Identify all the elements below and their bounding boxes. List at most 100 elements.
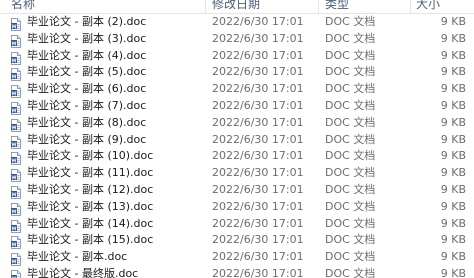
file-name: 毕业论文 - 副本 (11).doc [27, 166, 154, 180]
file-list: 毕业论文 - 副本 (2).doc 2022/6/30 17:01 DOC 文档 9 … [0, 14, 474, 278]
file-size: 9 KB [440, 98, 466, 112]
word-document-icon [11, 184, 21, 199]
file-row[interactable]: 毕业论文 - 副本.doc 2022/6/30 17:01 DOC 文档 9 KB [0, 249, 474, 267]
file-size: 9 KB [440, 48, 466, 62]
file-type: DOC 文档 [325, 115, 376, 129]
file-size: 9 KB [440, 149, 466, 163]
file-modified-date: 2022/6/30 17:01 [212, 266, 304, 278]
file-modified-date: 2022/6/30 17:01 [212, 82, 304, 96]
file-modified-date: 2022/6/30 17:01 [212, 65, 304, 79]
file-modified-date: 2022/6/30 17:01 [212, 199, 304, 213]
file-row[interactable]: 毕业论文 - 最终版.doc 2022/6/30 17:01 DOC 文档 9 KB [0, 266, 474, 278]
word-document-icon [11, 234, 21, 250]
file-type: DOC 文档 [325, 98, 376, 112]
file-size: 9 KB [440, 82, 466, 96]
word-document-icon [11, 201, 21, 216]
file-size: 9 KB [440, 199, 466, 213]
file-name: 毕业论文 - 副本 (15).doc [27, 233, 154, 247]
word-document-icon [11, 150, 21, 166]
file-size: 9 KB [440, 166, 466, 180]
file-size: 9 KB [440, 132, 466, 146]
word-document-icon [11, 268, 21, 278]
file-modified-date: 2022/6/30 17:01 [212, 182, 304, 196]
column-header-bar: 名称 修改日期 类型 大小 [0, 0, 474, 14]
file-size: 9 KB [440, 216, 466, 230]
file-name: 毕业论文 - 副本 (9).doc [27, 132, 147, 146]
file-type: DOC 文档 [325, 31, 376, 45]
file-row[interactable]: 毕业论文 - 副本 (13).doc 2022/6/30 17:01 DOC 文档 9… [0, 199, 474, 216]
file-type: DOC 文档 [325, 199, 376, 213]
file-size: 9 KB [440, 233, 466, 247]
file-name: 毕业论文 - 副本 (8).doc [27, 115, 147, 129]
file-row[interactable]: 毕业论文 - 副本 (9).doc 2022/6/30 17:01 DOC 文档 9 … [0, 132, 474, 149]
word-document-icon [11, 218, 21, 233]
file-name: 毕业论文 - 副本 (7).doc [27, 98, 147, 112]
column-divider[interactable] [318, 0, 319, 13]
file-row[interactable]: 毕业论文 - 副本 (4).doc 2022/6/30 17:01 DOC 文档 9 … [0, 48, 474, 65]
file-type: DOC 文档 [325, 233, 376, 247]
word-document-icon [11, 251, 21, 267]
column-divider[interactable] [205, 0, 206, 13]
file-row[interactable]: 毕业论文 - 副本 (5).doc 2022/6/30 17:01 DOC 文档 9 … [0, 64, 474, 82]
file-modified-date: 2022/6/30 17:01 [212, 48, 304, 62]
file-type: DOC 文档 [325, 15, 376, 28]
word-document-icon [11, 100, 21, 115]
file-row[interactable]: 毕业论文 - 副本 (2).doc 2022/6/30 17:01 DOC 文档 9 … [0, 14, 474, 31]
file-row[interactable]: 毕业论文 - 副本 (10).doc 2022/6/30 17:01 DOC 文档 9… [0, 148, 474, 166]
file-type: DOC 文档 [325, 65, 376, 79]
file-name: 毕业论文 - 副本 (5).doc [27, 65, 147, 79]
word-document-icon [11, 134, 21, 149]
file-row[interactable]: 毕业论文 - 副本 (8).doc 2022/6/30 17:01 DOC 文档 9 … [0, 115, 474, 132]
column-divider[interactable] [410, 0, 411, 13]
file-modified-date: 2022/6/30 17:01 [212, 132, 304, 146]
file-type: DOC 文档 [325, 82, 376, 96]
file-size: 9 KB [440, 31, 466, 45]
file-type: DOC 文档 [325, 166, 376, 180]
file-type: DOC 文档 [325, 216, 376, 230]
file-row[interactable]: 毕业论文 - 副本 (14).doc 2022/6/30 17:01 DOC 文档 9… [0, 216, 474, 233]
file-modified-date: 2022/6/30 17:01 [212, 216, 304, 230]
column-header-type[interactable]: 类型 [325, 0, 349, 13]
file-name: 毕业论文 - 副本 (13).doc [27, 199, 154, 213]
file-modified-date: 2022/6/30 17:01 [212, 166, 304, 180]
word-document-icon [11, 66, 21, 82]
file-size: 9 KB [440, 182, 466, 196]
column-header-name[interactable]: 名称 [11, 0, 35, 13]
file-explorer-details-view: 名称 修改日期 类型 大小 毕业论文 - 副本 (2).doc 2022/6/30… [0, 0, 474, 278]
file-name: 毕业论文 - 最终版.doc [27, 266, 139, 278]
file-name: 毕业论文 - 副本.doc [27, 250, 128, 264]
file-name: 毕业论文 - 副本 (4).doc [27, 48, 147, 62]
file-size: 9 KB [440, 266, 466, 278]
column-header-date[interactable]: 修改日期 [212, 0, 260, 13]
file-type: DOC 文档 [325, 266, 376, 278]
file-type: DOC 文档 [325, 132, 376, 146]
file-row[interactable]: 毕业论文 - 副本 (11).doc 2022/6/30 17:01 DOC 文档 9… [0, 165, 474, 183]
file-row[interactable]: 毕业论文 - 副本 (7).doc 2022/6/30 17:01 DOC 文档 9 … [0, 98, 474, 115]
file-name: 毕业论文 - 副本 (12).doc [27, 182, 154, 196]
word-document-icon [11, 83, 21, 99]
file-modified-date: 2022/6/30 17:01 [212, 98, 304, 112]
file-name: 毕业论文 - 副本 (6).doc [27, 82, 147, 96]
column-header-size[interactable]: 大小 [416, 0, 440, 13]
file-row[interactable]: 毕业论文 - 副本 (12).doc 2022/6/30 17:01 DOC 文档 9… [0, 182, 474, 199]
file-name: 毕业论文 - 副本 (10).doc [27, 149, 154, 163]
file-type: DOC 文档 [325, 182, 376, 196]
file-type: DOC 文档 [325, 48, 376, 62]
file-name: 毕业论文 - 副本 (3).doc [27, 31, 147, 45]
word-document-icon [11, 33, 21, 48]
file-size: 9 KB [440, 250, 466, 264]
file-modified-date: 2022/6/30 17:01 [212, 250, 304, 264]
file-row[interactable]: 毕业论文 - 副本 (6).doc 2022/6/30 17:01 DOC 文档 9 … [0, 81, 474, 99]
file-size: 9 KB [440, 115, 466, 129]
file-modified-date: 2022/6/30 17:01 [212, 233, 304, 247]
word-document-icon [11, 167, 21, 183]
word-document-icon [11, 117, 21, 132]
file-row[interactable]: 毕业论文 - 副本 (3).doc 2022/6/30 17:01 DOC 文档 9 … [0, 31, 474, 48]
file-modified-date: 2022/6/30 17:01 [212, 149, 304, 163]
word-document-icon [11, 50, 21, 65]
file-modified-date: 2022/6/30 17:01 [212, 15, 304, 28]
file-type: DOC 文档 [325, 149, 376, 163]
file-row[interactable]: 毕业论文 - 副本 (15).doc 2022/6/30 17:01 DOC 文档 9… [0, 232, 474, 250]
file-modified-date: 2022/6/30 17:01 [212, 31, 304, 45]
file-name: 毕业论文 - 副本 (14).doc [27, 216, 154, 230]
